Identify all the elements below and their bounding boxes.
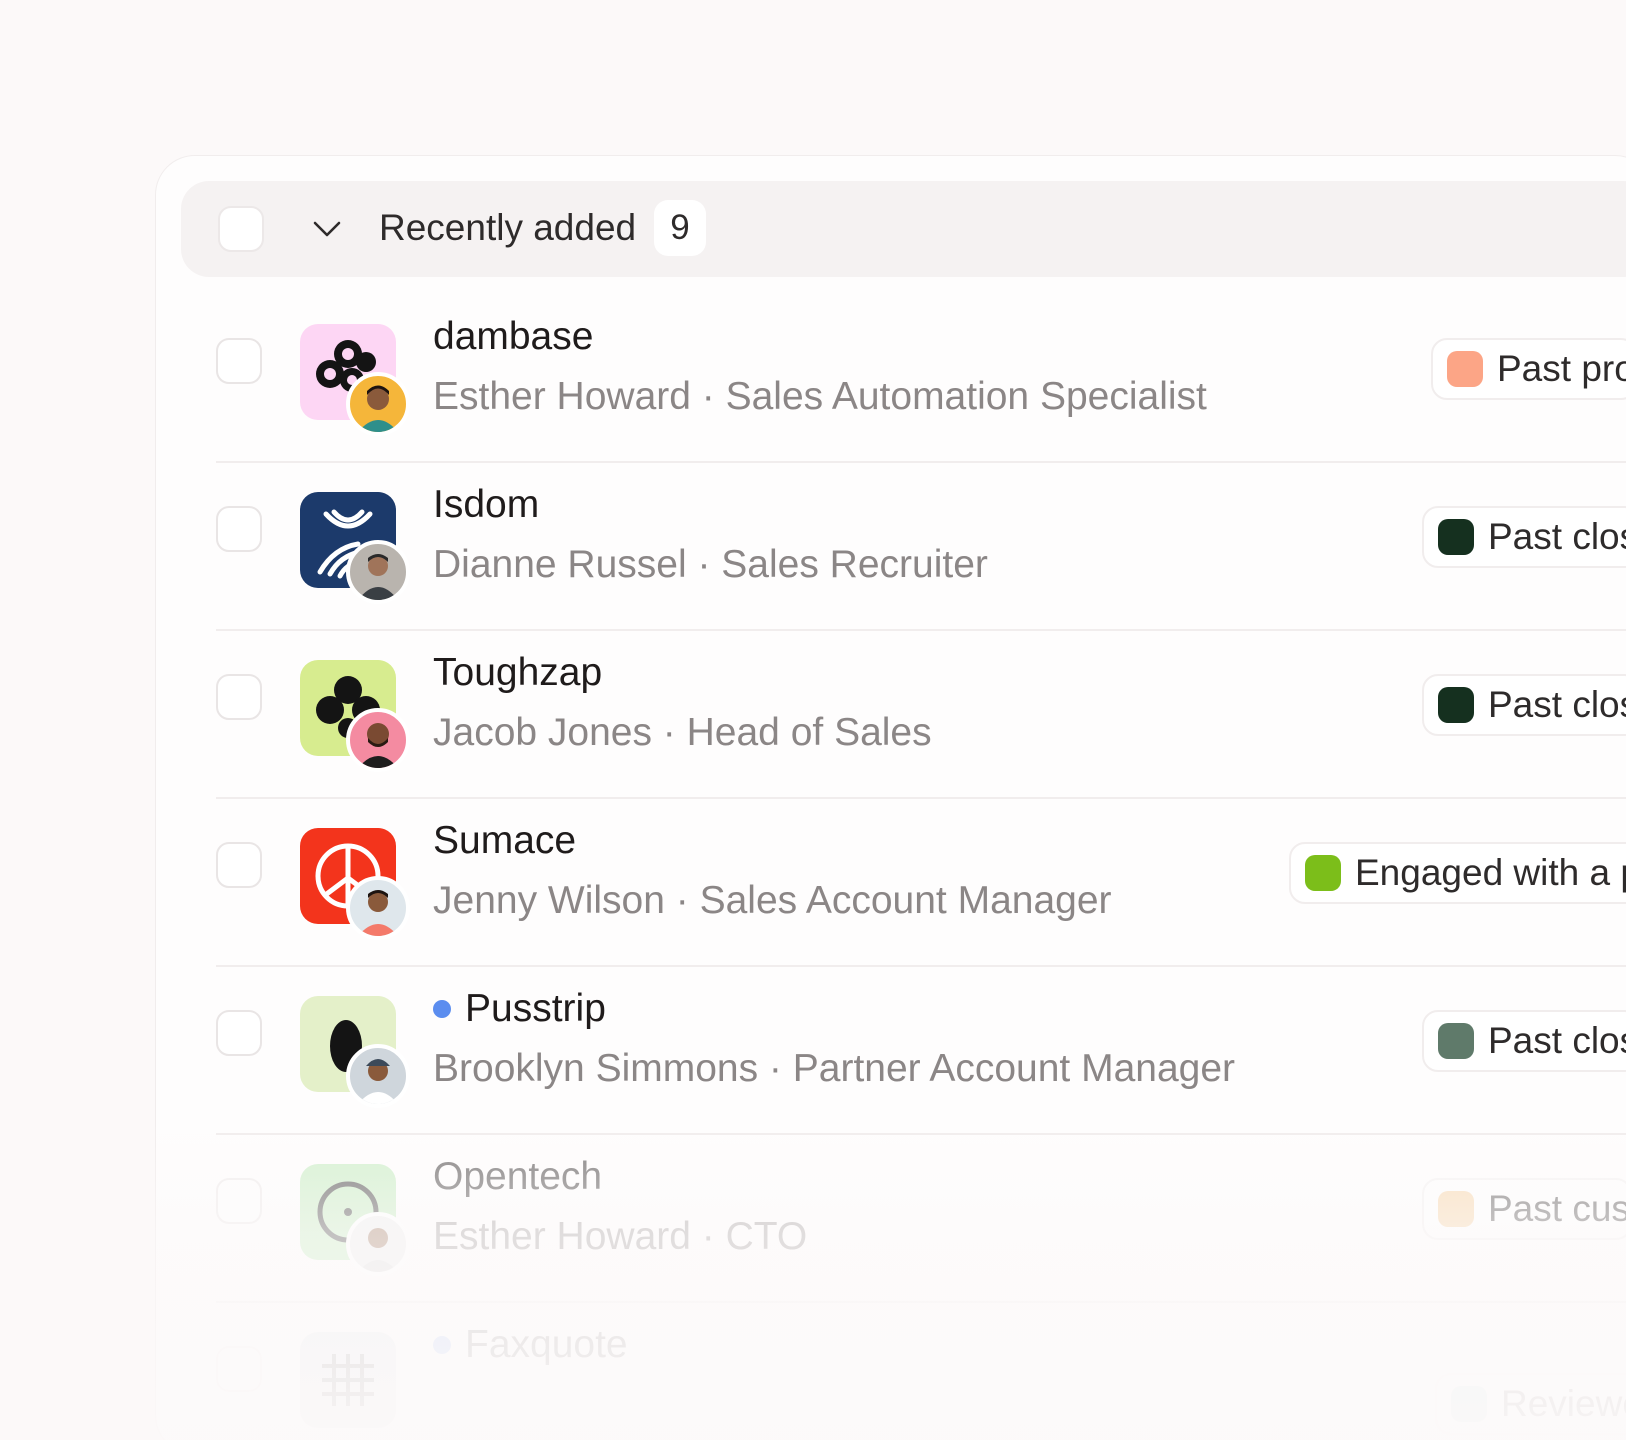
company-name[interactable]: dambase	[433, 312, 593, 362]
company-name[interactable]: Isdom	[433, 480, 539, 530]
group-title: Recently added	[379, 207, 637, 248]
contact-subtitle: Jacob Jones · Head of Sales	[433, 711, 932, 754]
row-select-checkbox[interactable]	[216, 1178, 262, 1224]
contact-subtitle: Esther Howard · CTO	[433, 1215, 808, 1258]
status-tag[interactable]: Past clos	[1422, 1010, 1626, 1072]
list-row[interactable]: dambase Esther Howard · Sales Automation…	[0, 295, 1626, 463]
status-tag[interactable]: Past cus	[1422, 1178, 1626, 1240]
row-select-checkbox[interactable]	[216, 338, 262, 384]
status-swatch	[1447, 351, 1483, 387]
contact-subtitle: Esther Howard · Sales Automation Special…	[433, 375, 1207, 418]
company-name[interactable]: Toughzap	[433, 648, 602, 698]
group-count-badge: 9	[654, 200, 706, 256]
avatar	[346, 372, 410, 436]
status-swatch	[1438, 687, 1474, 723]
status-swatch	[1438, 519, 1474, 555]
row-select-checkbox[interactable]	[216, 1346, 262, 1392]
status-tag[interactable]: Past pro	[1431, 338, 1626, 400]
list-row[interactable]: Pusstrip Brooklyn Simmons · Partner Acco…	[0, 967, 1626, 1135]
status-tag[interactable]: Reviewe	[1435, 1373, 1626, 1435]
avatar	[346, 1044, 410, 1108]
avatar	[346, 540, 410, 604]
chevron-down-icon[interactable]	[309, 211, 345, 247]
avatar	[346, 1212, 410, 1276]
list-row[interactable]: Toughzap Jacob Jones · Head of Sales Pas…	[0, 631, 1626, 799]
contacts-list-view: Recently added 9 dambase Esther Howard ·…	[0, 0, 1626, 1440]
group-header[interactable]: Recently added 9	[181, 181, 1626, 277]
faxquote-logo-icon	[300, 1332, 396, 1428]
status-swatch	[1305, 855, 1341, 891]
company-name[interactable]: Sumace	[433, 816, 576, 866]
status-tag[interactable]: Past clos	[1422, 506, 1626, 568]
status-tag[interactable]: Engaged with a p	[1289, 842, 1626, 904]
row-select-checkbox[interactable]	[216, 674, 262, 720]
company-name[interactable]: Pusstrip	[433, 984, 606, 1034]
contact-subtitle: Jenny Wilson · Sales Account Manager	[433, 879, 1112, 922]
status-swatch	[1451, 1386, 1487, 1422]
list-row[interactable]: Opentech Esther Howard · CTO Past cus	[0, 1135, 1626, 1303]
list-row[interactable]: Faxquote Reviewe	[0, 1303, 1626, 1440]
status-swatch	[1438, 1191, 1474, 1227]
avatar	[346, 708, 410, 772]
company-name[interactable]: Opentech	[433, 1152, 602, 1202]
contact-subtitle: Dianne Russel · Sales Recruiter	[433, 543, 988, 586]
group-select-checkbox[interactable]	[218, 206, 264, 252]
unread-indicator	[433, 1336, 451, 1354]
contact-subtitle: Brooklyn Simmons · Partner Account Manag…	[433, 1047, 1236, 1090]
row-select-checkbox[interactable]	[216, 842, 262, 888]
avatar	[346, 876, 410, 940]
unread-indicator	[433, 1000, 451, 1018]
list-row[interactable]: Sumace Jenny Wilson · Sales Account Mana…	[0, 799, 1626, 967]
status-swatch	[1438, 1023, 1474, 1059]
row-select-checkbox[interactable]	[216, 1010, 262, 1056]
company-name[interactable]: Faxquote	[433, 1320, 628, 1370]
status-tag[interactable]: Past clos	[1422, 674, 1626, 736]
row-select-checkbox[interactable]	[216, 506, 262, 552]
list-row[interactable]: Isdom Dianne Russel · Sales Recruiter Pa…	[0, 463, 1626, 631]
